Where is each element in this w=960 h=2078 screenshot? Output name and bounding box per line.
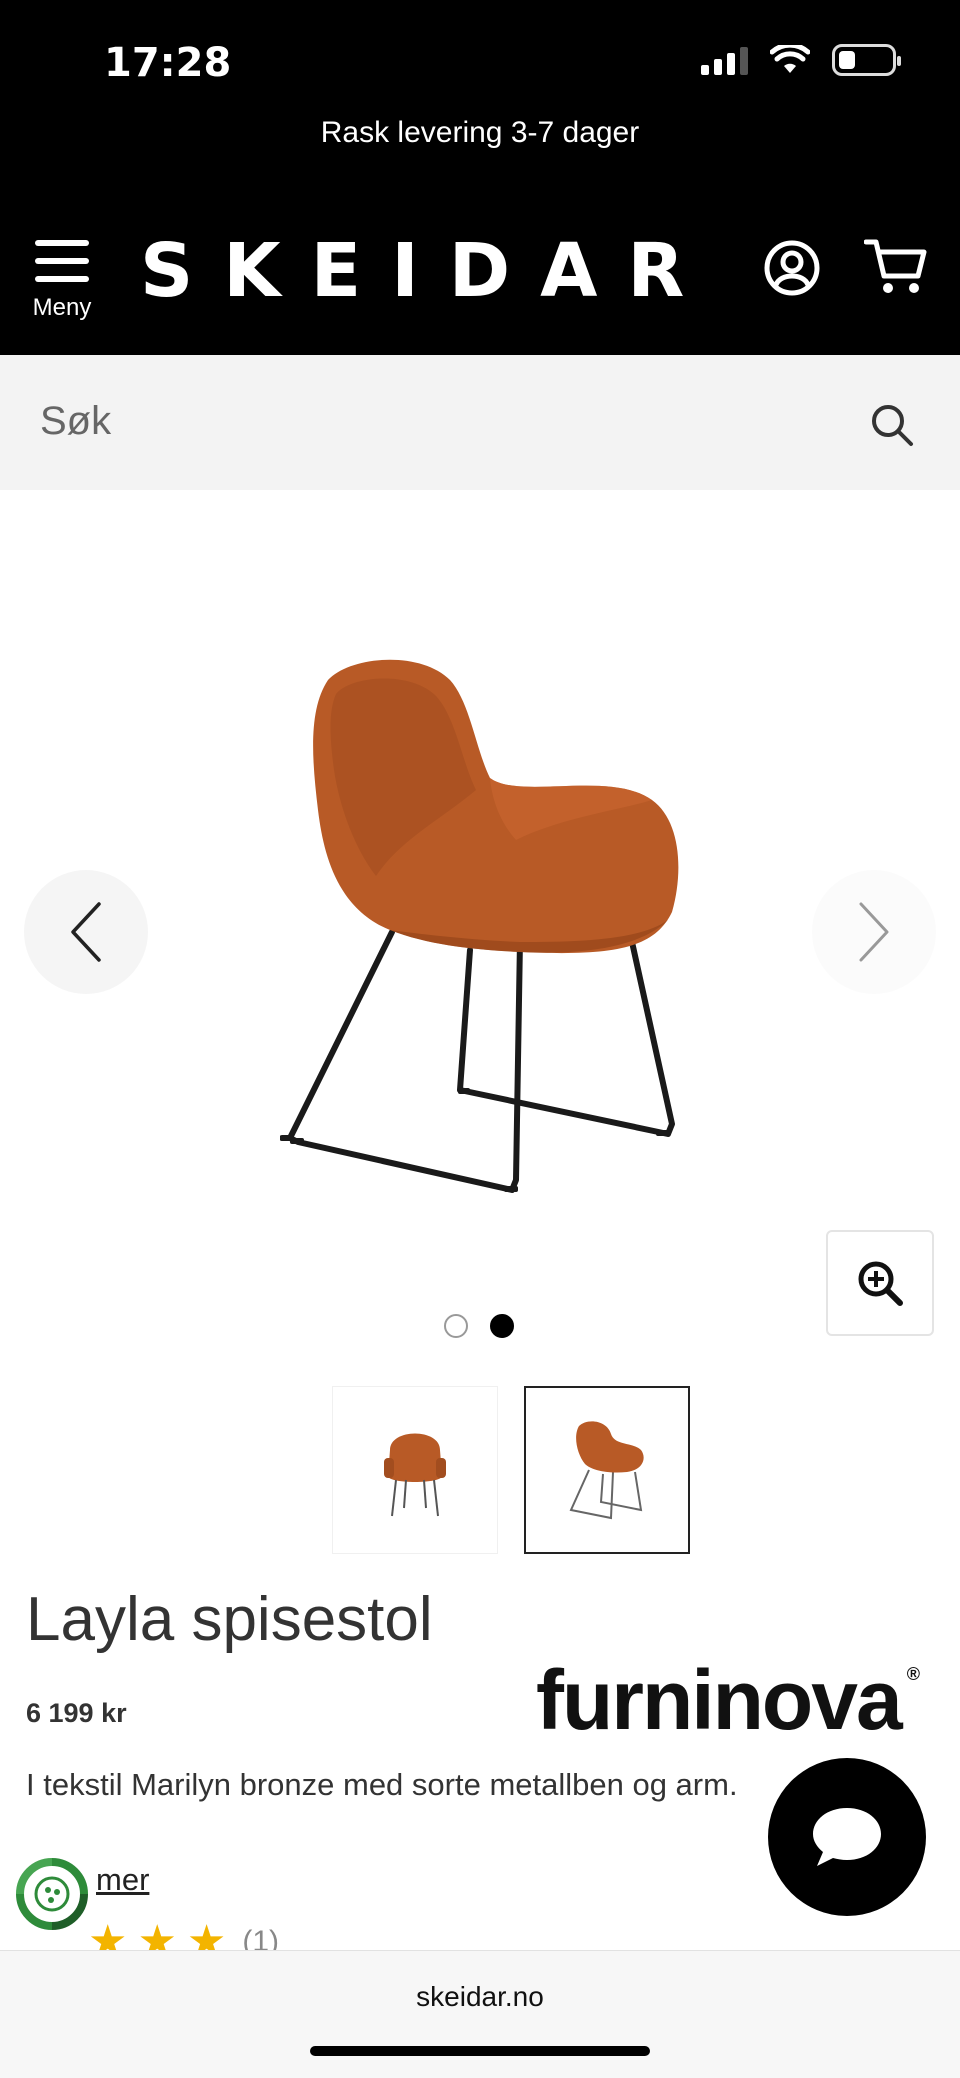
browser-url[interactable]: skeidar.no: [0, 1981, 960, 2013]
gallery-prev-button[interactable]: [24, 870, 148, 994]
browser-bottom-bar: skeidar.no: [0, 1950, 960, 2078]
search-bar: [0, 355, 960, 490]
announcement-banner: Rask levering 3-7 dager: [320, 116, 640, 149]
brand-name: furninova: [536, 1653, 903, 1747]
chevron-left-icon: [71, 902, 101, 962]
search-input[interactable]: [40, 391, 820, 451]
menu-label: Meny: [32, 294, 92, 321]
brand-logo[interactable]: furninova ®: [536, 1652, 920, 1749]
chat-bubble-icon: [813, 1808, 881, 1866]
cellular-signal-icon: [701, 45, 748, 75]
product-title: Layla spisestol: [26, 1585, 433, 1654]
read-more-link[interactable]: mer: [96, 1862, 149, 1898]
zoom-button[interactable]: [826, 1230, 934, 1336]
thumbnail-2[interactable]: [524, 1386, 690, 1554]
chat-button[interactable]: [768, 1758, 926, 1916]
site-logo[interactable]: SKEIDAR: [140, 228, 714, 314]
thumbnail-1[interactable]: [332, 1386, 498, 1554]
chair-side-thumbnail: [569, 1421, 644, 1520]
search-icon[interactable]: [870, 403, 914, 447]
home-indicator[interactable]: [310, 2046, 650, 2056]
chair-front-thumbnail: [384, 1433, 446, 1517]
registered-mark: ®: [906, 1664, 920, 1684]
eco-badge-icon[interactable]: [14, 1856, 90, 1932]
product-image[interactable]: [279, 650, 700, 1214]
gallery-dot-1[interactable]: [444, 1314, 468, 1338]
account-icon[interactable]: [764, 240, 820, 296]
chair-illustration: [279, 659, 679, 1193]
status-time: 17:28: [104, 40, 232, 86]
hamburger-icon: [35, 240, 89, 282]
top-header-area: 17:28 Rask levering 3-7 dager Meny SKEID…: [0, 0, 960, 355]
zoom-in-icon: [858, 1261, 903, 1306]
chevron-right-icon: [859, 902, 889, 962]
cart-icon[interactable]: [864, 236, 928, 296]
product-price: 6 199 kr: [26, 1698, 127, 1728]
battery-icon: [832, 44, 901, 76]
wifi-icon: [770, 45, 810, 73]
gallery-dot-2[interactable]: [490, 1314, 514, 1338]
menu-button[interactable]: Meny: [30, 240, 94, 322]
product-description: I tekstil Marilyn bronze med sorte metal…: [26, 1767, 738, 1802]
thumbnail-strip: [332, 1386, 690, 1554]
gallery-pagination: [444, 1314, 514, 1338]
gallery-next-button[interactable]: [812, 870, 936, 994]
status-icons: [701, 44, 901, 76]
